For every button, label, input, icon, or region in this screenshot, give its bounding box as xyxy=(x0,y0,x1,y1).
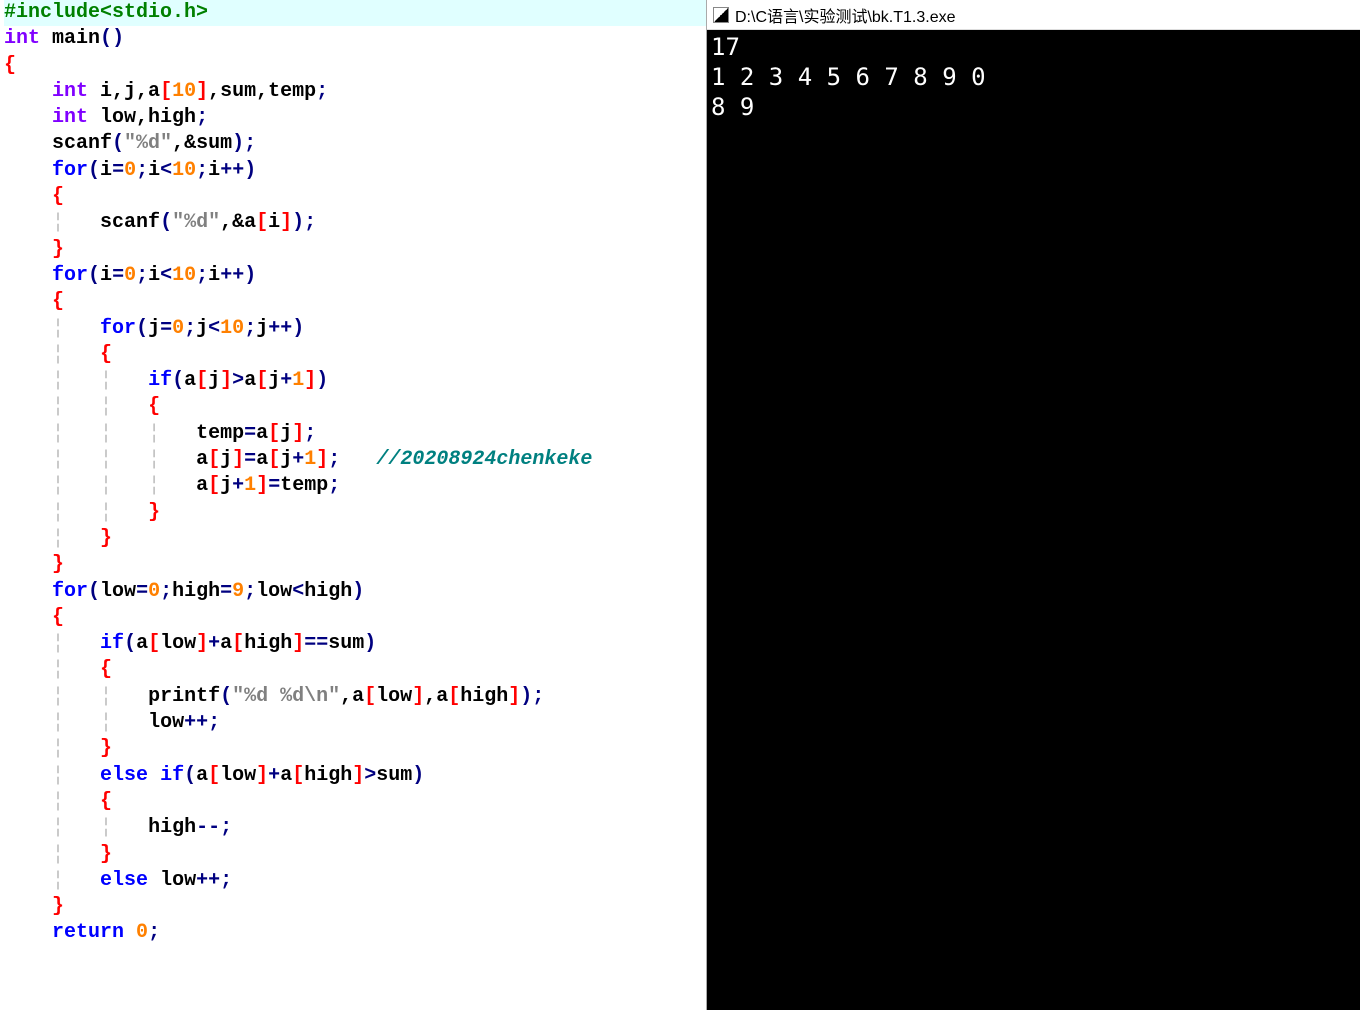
code-line: ¦ { xyxy=(4,789,706,815)
preproc-include: #include<stdio.h> xyxy=(4,1,208,24)
code-line: ¦ scanf("%d",&a[i]); xyxy=(4,210,706,236)
code-editor[interactable]: #include<stdio.h> int main() { int i,j,a… xyxy=(0,0,706,1010)
console-output[interactable]: 17 1 2 3 4 5 6 7 8 9 0 8 9 xyxy=(707,30,1360,1010)
code-line: for(low=0;high=9;low<high) xyxy=(4,579,706,605)
console-title: D:\C语言\实验测试\bk.T1.3.exe xyxy=(735,3,956,27)
code-line: } xyxy=(4,552,706,578)
code-line: { xyxy=(4,53,706,79)
code-line: scanf("%d",&sum); xyxy=(4,131,706,157)
code-line: } xyxy=(4,894,706,920)
code-comment: //20208924chenkeke xyxy=(376,448,592,471)
code-line: ¦ ¦ ¦ a[j]=a[j+1]; //20208924chenkeke xyxy=(4,447,706,473)
code-line: int i,j,a[10],sum,temp; xyxy=(4,79,706,105)
code-line: ¦ { xyxy=(4,342,706,368)
code-line: for(i=0;i<10;i++) xyxy=(4,263,706,289)
code-line: ¦ else low++; xyxy=(4,868,706,894)
code-line: ¦ ¦ ¦ a[j+1]=temp; xyxy=(4,473,706,499)
code-line: return 0; xyxy=(4,920,706,946)
code-line: ¦ ¦ { xyxy=(4,394,706,420)
code-line: ¦ ¦ ¦ temp=a[j]; xyxy=(4,421,706,447)
code-line: ¦ } xyxy=(4,736,706,762)
code-line: { xyxy=(4,184,706,210)
app-icon xyxy=(713,7,729,23)
code-line: #include<stdio.h> xyxy=(4,0,706,26)
code-line: ¦ ¦ high--; xyxy=(4,815,706,841)
code-line: ¦ ¦ if(a[j]>a[j+1]) xyxy=(4,368,706,394)
console-line: 1 2 3 4 5 6 7 8 9 0 xyxy=(711,63,986,91)
code-line: ¦ } xyxy=(4,842,706,868)
code-line: int low,high; xyxy=(4,105,706,131)
code-line: ¦ for(j=0;j<10;j++) xyxy=(4,316,706,342)
code-line: ¦ ¦ } xyxy=(4,500,706,526)
code-line: ¦ ¦ printf("%d %d\n",a[low],a[high]); xyxy=(4,684,706,710)
console-window: D:\C语言\实验测试\bk.T1.3.exe 17 1 2 3 4 5 6 7… xyxy=(706,0,1360,1010)
code-line: int main() xyxy=(4,26,706,52)
code-line: ¦ } xyxy=(4,526,706,552)
console-line: 17 xyxy=(711,33,740,61)
console-line: 8 9 xyxy=(711,93,754,121)
code-line: ¦ if(a[low]+a[high]==sum) xyxy=(4,631,706,657)
code-line: ¦ { xyxy=(4,657,706,683)
code-line: ¦ ¦ low++; xyxy=(4,710,706,736)
code-line: } xyxy=(4,237,706,263)
console-titlebar[interactable]: D:\C语言\实验测试\bk.T1.3.exe xyxy=(707,0,1360,30)
code-line: { xyxy=(4,289,706,315)
code-line: ¦ else if(a[low]+a[high]>sum) xyxy=(4,763,706,789)
code-line: for(i=0;i<10;i++) xyxy=(4,158,706,184)
code-line: { xyxy=(4,605,706,631)
